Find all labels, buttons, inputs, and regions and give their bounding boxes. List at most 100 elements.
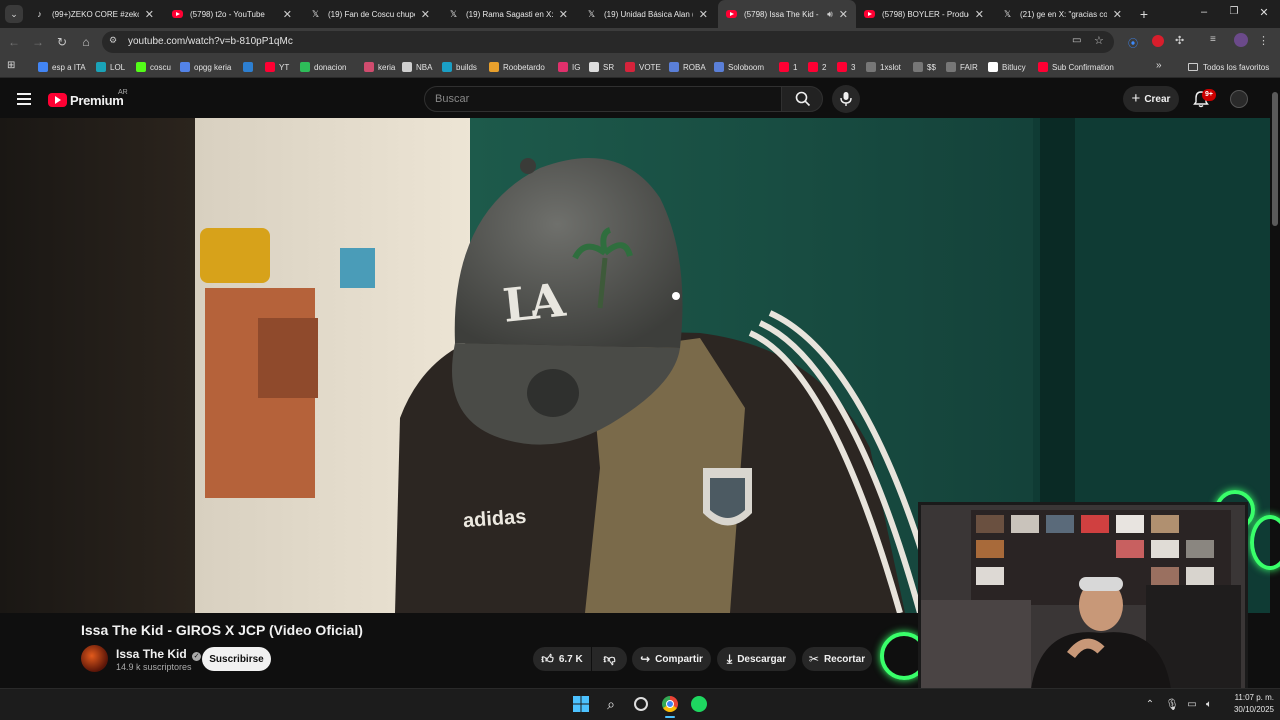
subscribe-button[interactable]: Suscribirse xyxy=(202,647,271,671)
browser-tab[interactable]: (5798) BOYLER - Producti ✕ xyxy=(856,0,992,28)
bookmark-item[interactable]: NBA xyxy=(402,60,432,74)
microphone-tray-icon[interactable]: 🎙︎ xyxy=(1162,694,1182,714)
bookmark-item[interactable]: coscu xyxy=(136,60,171,74)
media-control-icon[interactable]: ≡ xyxy=(1210,34,1222,46)
channel-avatar[interactable] xyxy=(81,645,108,672)
bookmark-item[interactable]: opgg keria xyxy=(180,60,231,74)
reload-icon[interactable]: ↻ xyxy=(54,34,70,50)
browser-tab[interactable]: (5798) t2o - YouTube ✕ xyxy=(164,0,300,28)
bookmark-favicon-icon xyxy=(442,62,452,72)
speaker-icon[interactable]: 🔊︎ xyxy=(827,9,833,20)
bookmark-item[interactable]: Bitlucy xyxy=(988,60,1026,74)
site-info-icon[interactable]: ⚙ xyxy=(109,35,121,47)
minimize-icon[interactable]: – xyxy=(1196,6,1212,22)
back-icon[interactable]: ← xyxy=(6,34,22,50)
bookmark-item[interactable]: 2 xyxy=(808,60,826,74)
bookmark-item[interactable]: $$ xyxy=(913,60,936,74)
bookmark-item[interactable]: IG xyxy=(558,60,580,74)
browser-menu-icon[interactable]: ⋮ xyxy=(1258,34,1269,47)
home-icon[interactable]: ⌂ xyxy=(78,34,94,50)
system-clock[interactable]: 11:07 p. m. 30/10/2025 xyxy=(1222,692,1274,716)
download-label: Descargar xyxy=(737,653,787,665)
like-count: 6.7 K xyxy=(558,653,583,665)
bookmark-label: VOTE xyxy=(639,62,661,72)
bookmark-label: 1xslot xyxy=(880,62,901,72)
bookmark-favicon-icon xyxy=(779,62,789,72)
bookmark-item[interactable]: YT xyxy=(265,60,289,74)
close-tab-icon[interactable]: ✕ xyxy=(559,8,568,21)
browser-tab[interactable]: ♪ (99+)ZEKO CORE #zeko | ✕ xyxy=(26,0,162,28)
create-label: Crear xyxy=(1144,93,1171,105)
bookmark-item[interactable]: ROBA xyxy=(669,60,706,74)
browser-tab[interactable]: 𝕏 (19) Rama Sagasti en X: " ✕ xyxy=(440,0,576,28)
bookmark-item[interactable] xyxy=(243,60,257,74)
voice-search-button[interactable] xyxy=(832,85,860,113)
browser-tab[interactable]: 𝕏 (21) ge en X: "gracias co: ✕ xyxy=(994,0,1130,28)
close-tab-icon[interactable]: ✕ xyxy=(839,8,848,21)
create-button[interactable]: + Crear xyxy=(1123,86,1179,112)
bookmark-item[interactable]: 3 xyxy=(837,60,855,74)
bookmark-item[interactable]: builds xyxy=(442,60,477,74)
profile-avatar[interactable] xyxy=(1234,33,1248,47)
spotify-taskbar-icon[interactable] xyxy=(689,694,709,714)
chrome-taskbar-icon[interactable] xyxy=(660,694,680,714)
bookmark-item[interactable]: Soloboom xyxy=(714,60,764,74)
bookmark-item[interactable]: SR xyxy=(589,60,614,74)
forward-icon[interactable]: → xyxy=(30,34,46,50)
bookmark-star-icon[interactable]: ☆ xyxy=(1094,34,1106,47)
apps-grid-icon[interactable]: ⊞ xyxy=(7,60,19,72)
youtube-premium-logo[interactable]: Premium xyxy=(48,91,124,109)
bookmark-item[interactable]: LOL xyxy=(96,60,125,74)
extension-icon[interactable]: ⦿ xyxy=(1128,35,1140,50)
volume-tray-icon[interactable]: 🔈︎ xyxy=(1199,694,1219,714)
tab-search-button[interactable]: ⌄ xyxy=(5,5,23,23)
taskbar-search-icon[interactable]: ⌕ xyxy=(601,694,621,714)
like-button[interactable]: 👍︎ 6.7 K xyxy=(533,647,591,671)
start-button[interactable] xyxy=(571,694,591,714)
extensions-puzzle-icon[interactable]: ✣ xyxy=(1175,34,1187,47)
extension-icon[interactable] xyxy=(1152,35,1164,47)
bookmark-item[interactable]: FAIR xyxy=(946,60,978,74)
bookmark-item[interactable]: 1xslot xyxy=(866,60,901,74)
close-tab-icon[interactable]: ✕ xyxy=(283,8,292,21)
bookmark-item[interactable]: Sub Confirmation xyxy=(1038,60,1114,74)
bookmark-item[interactable]: 1 xyxy=(779,60,797,74)
bookmark-favicon-icon xyxy=(243,62,253,72)
all-bookmarks[interactable]: Todos los favoritos xyxy=(1188,60,1269,74)
scrollbar-thumb[interactable] xyxy=(1272,92,1278,226)
hamburger-menu-icon[interactable] xyxy=(17,93,31,105)
bookmark-label: NBA xyxy=(416,62,433,72)
show-hidden-icons[interactable]: ⌃ xyxy=(1140,694,1160,714)
install-app-icon[interactable]: ▭ xyxy=(1072,35,1084,47)
search-button[interactable] xyxy=(781,86,823,112)
dislike-button[interactable]: 👎︎ xyxy=(592,647,627,671)
close-tab-icon[interactable]: ✕ xyxy=(1113,8,1122,21)
bookmark-label: builds xyxy=(456,62,477,72)
bookmark-item[interactable]: esp a ITA xyxy=(38,60,86,74)
bookmark-item[interactable]: donacion xyxy=(300,60,346,74)
clip-button[interactable]: ✂ Recortar xyxy=(802,647,872,671)
download-button[interactable]: ⤓ Descargar xyxy=(717,647,796,671)
bookmark-item[interactable]: Roobetardo xyxy=(489,60,545,74)
url-text[interactable]: youtube.com/watch?v=b-810pP1qMc xyxy=(128,36,293,47)
browser-tab[interactable]: 𝕏 (19) Fan de Coscu chupet ✕ xyxy=(302,0,438,28)
channel-name-text: Issa The Kid xyxy=(116,647,187,661)
restore-icon[interactable]: ❐ xyxy=(1226,6,1242,22)
browser-tab[interactable]: 𝕏 (19) Unidad Básica Alan ( ✕ xyxy=(578,0,716,28)
new-tab-button[interactable]: + xyxy=(1136,6,1152,22)
close-tab-icon[interactable]: ✕ xyxy=(421,8,430,21)
close-tab-icon[interactable]: ✕ xyxy=(145,8,154,21)
browser-tab-active[interactable]: (5798) Issa The Kid - 🔊︎ ✕ xyxy=(718,0,856,28)
bookmark-item[interactable]: keria xyxy=(364,60,395,74)
bookmark-item[interactable]: VOTE xyxy=(625,60,661,74)
bookmarks-overflow-icon[interactable]: » xyxy=(1156,60,1168,72)
channel-name[interactable]: Issa The Kid ✓ xyxy=(116,647,202,661)
close-tab-icon[interactable]: ✕ xyxy=(975,8,984,21)
close-tab-icon[interactable]: ✕ xyxy=(699,8,708,21)
share-button[interactable]: ↪ Compartir xyxy=(632,647,711,671)
close-window-icon[interactable]: ✕ xyxy=(1256,6,1272,22)
account-avatar[interactable] xyxy=(1230,90,1248,108)
taskbar-app-icon[interactable] xyxy=(631,694,651,714)
bookmark-label: YT xyxy=(279,62,290,72)
search-input[interactable]: Buscar xyxy=(424,86,782,112)
